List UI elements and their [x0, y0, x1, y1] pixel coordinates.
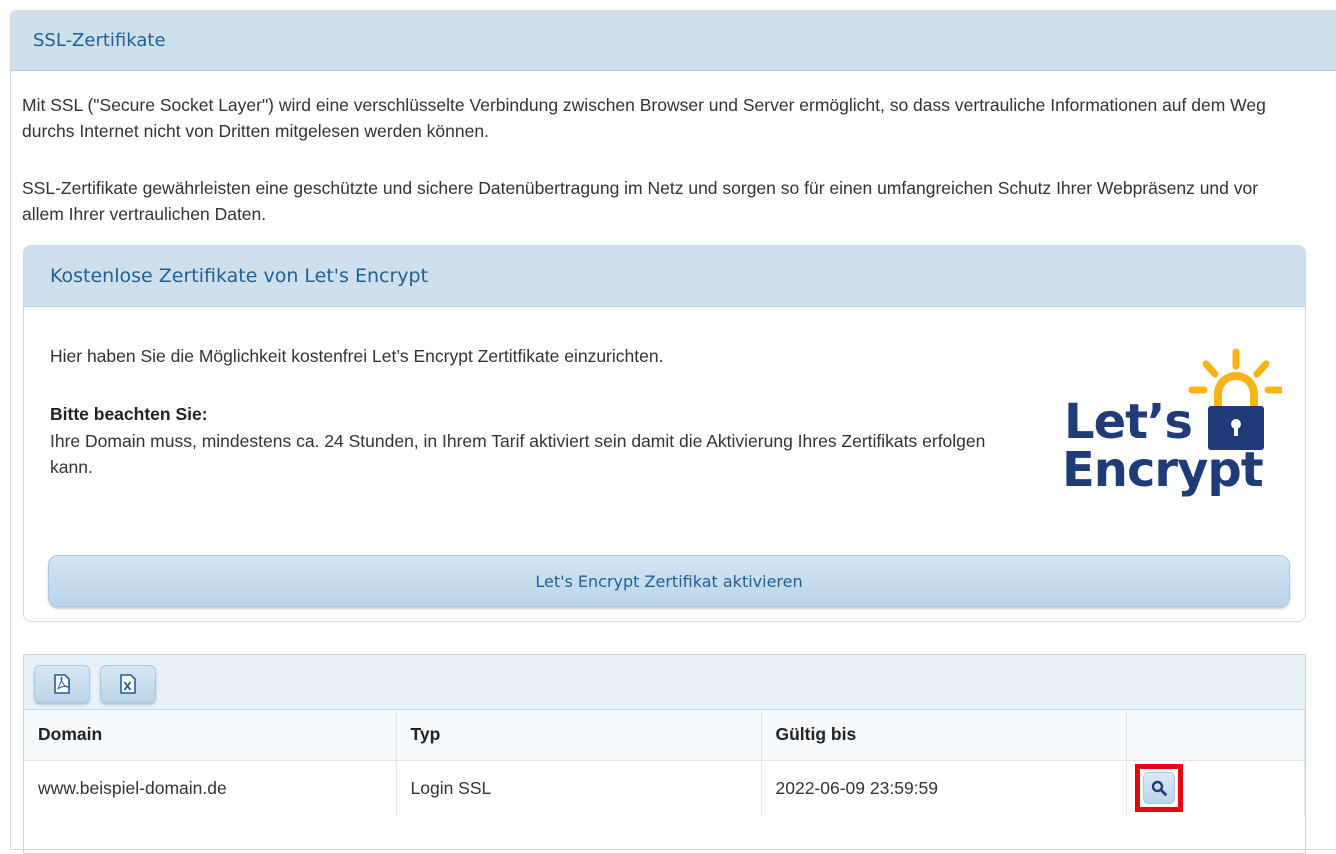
letsencrypt-logo: Let’s Encrypt — [1062, 342, 1284, 502]
logo-word-lets: Let’s — [1064, 394, 1193, 450]
highlighted-action — [1134, 764, 1183, 813]
notice-text: Ihre Domain muss, mindestens ca. 24 Stun… — [50, 431, 986, 477]
cell-typ: Login SSL — [396, 760, 762, 816]
intro-paragraph-2: SSL-Zertifikate gewährleisten eine gesch… — [22, 178, 1259, 224]
column-header-typ[interactable]: Typ — [396, 710, 762, 761]
letsencrypt-header: Kostenlose Zertifikate von Let's Encrypt — [24, 246, 1305, 307]
cell-domain: www.beispiel-domain.de — [24, 760, 397, 816]
letsencrypt-description: Hier haben Sie die Möglichkeit kostenfre… — [50, 346, 664, 366]
notice-heading: Bitte beachten Sie: — [50, 404, 208, 424]
letsencrypt-title: Kostenlose Zertifikate von Let's Encrypt — [50, 265, 429, 287]
magnifier-icon — [1151, 781, 1167, 797]
column-header-actions — [1126, 710, 1305, 761]
letsencrypt-section: Kostenlose Zertifikate von Let's Encrypt… — [23, 245, 1306, 622]
table-header-row: Domain Typ Gültig bis — [24, 710, 1305, 761]
column-header-domain[interactable]: Domain — [24, 710, 397, 761]
certificates-table-container: Domain Typ Gültig bis www.beispiel-domai… — [23, 654, 1306, 854]
logo-word-encrypt: Encrypt — [1062, 442, 1264, 498]
certificates-table: Domain Typ Gültig bis www.beispiel-domai… — [24, 710, 1305, 816]
panel-header: SSL-Zertifikate — [11, 11, 1336, 71]
column-header-gueltig-bis[interactable]: Gültig bis — [761, 710, 1127, 761]
activate-letsencrypt-button[interactable]: Let's Encrypt Zertifikat aktivieren — [48, 555, 1290, 607]
cell-actions — [1126, 760, 1305, 816]
intro-paragraph-1: Mit SSL ("Secure Socket Layer") wird ein… — [22, 95, 1266, 141]
table-toolbar — [24, 655, 1305, 710]
excel-icon — [120, 674, 136, 694]
panel-title: SSL-Zertifikate — [33, 30, 166, 51]
table-row: www.beispiel-domain.de Login SSL 2022-06… — [24, 760, 1305, 816]
export-excel-button[interactable] — [100, 665, 156, 703]
cell-gueltig-bis: 2022-06-09 23:59:59 — [761, 760, 1127, 816]
pdf-icon — [54, 674, 70, 694]
view-details-button[interactable] — [1142, 772, 1175, 805]
export-pdf-button[interactable] — [34, 665, 90, 703]
